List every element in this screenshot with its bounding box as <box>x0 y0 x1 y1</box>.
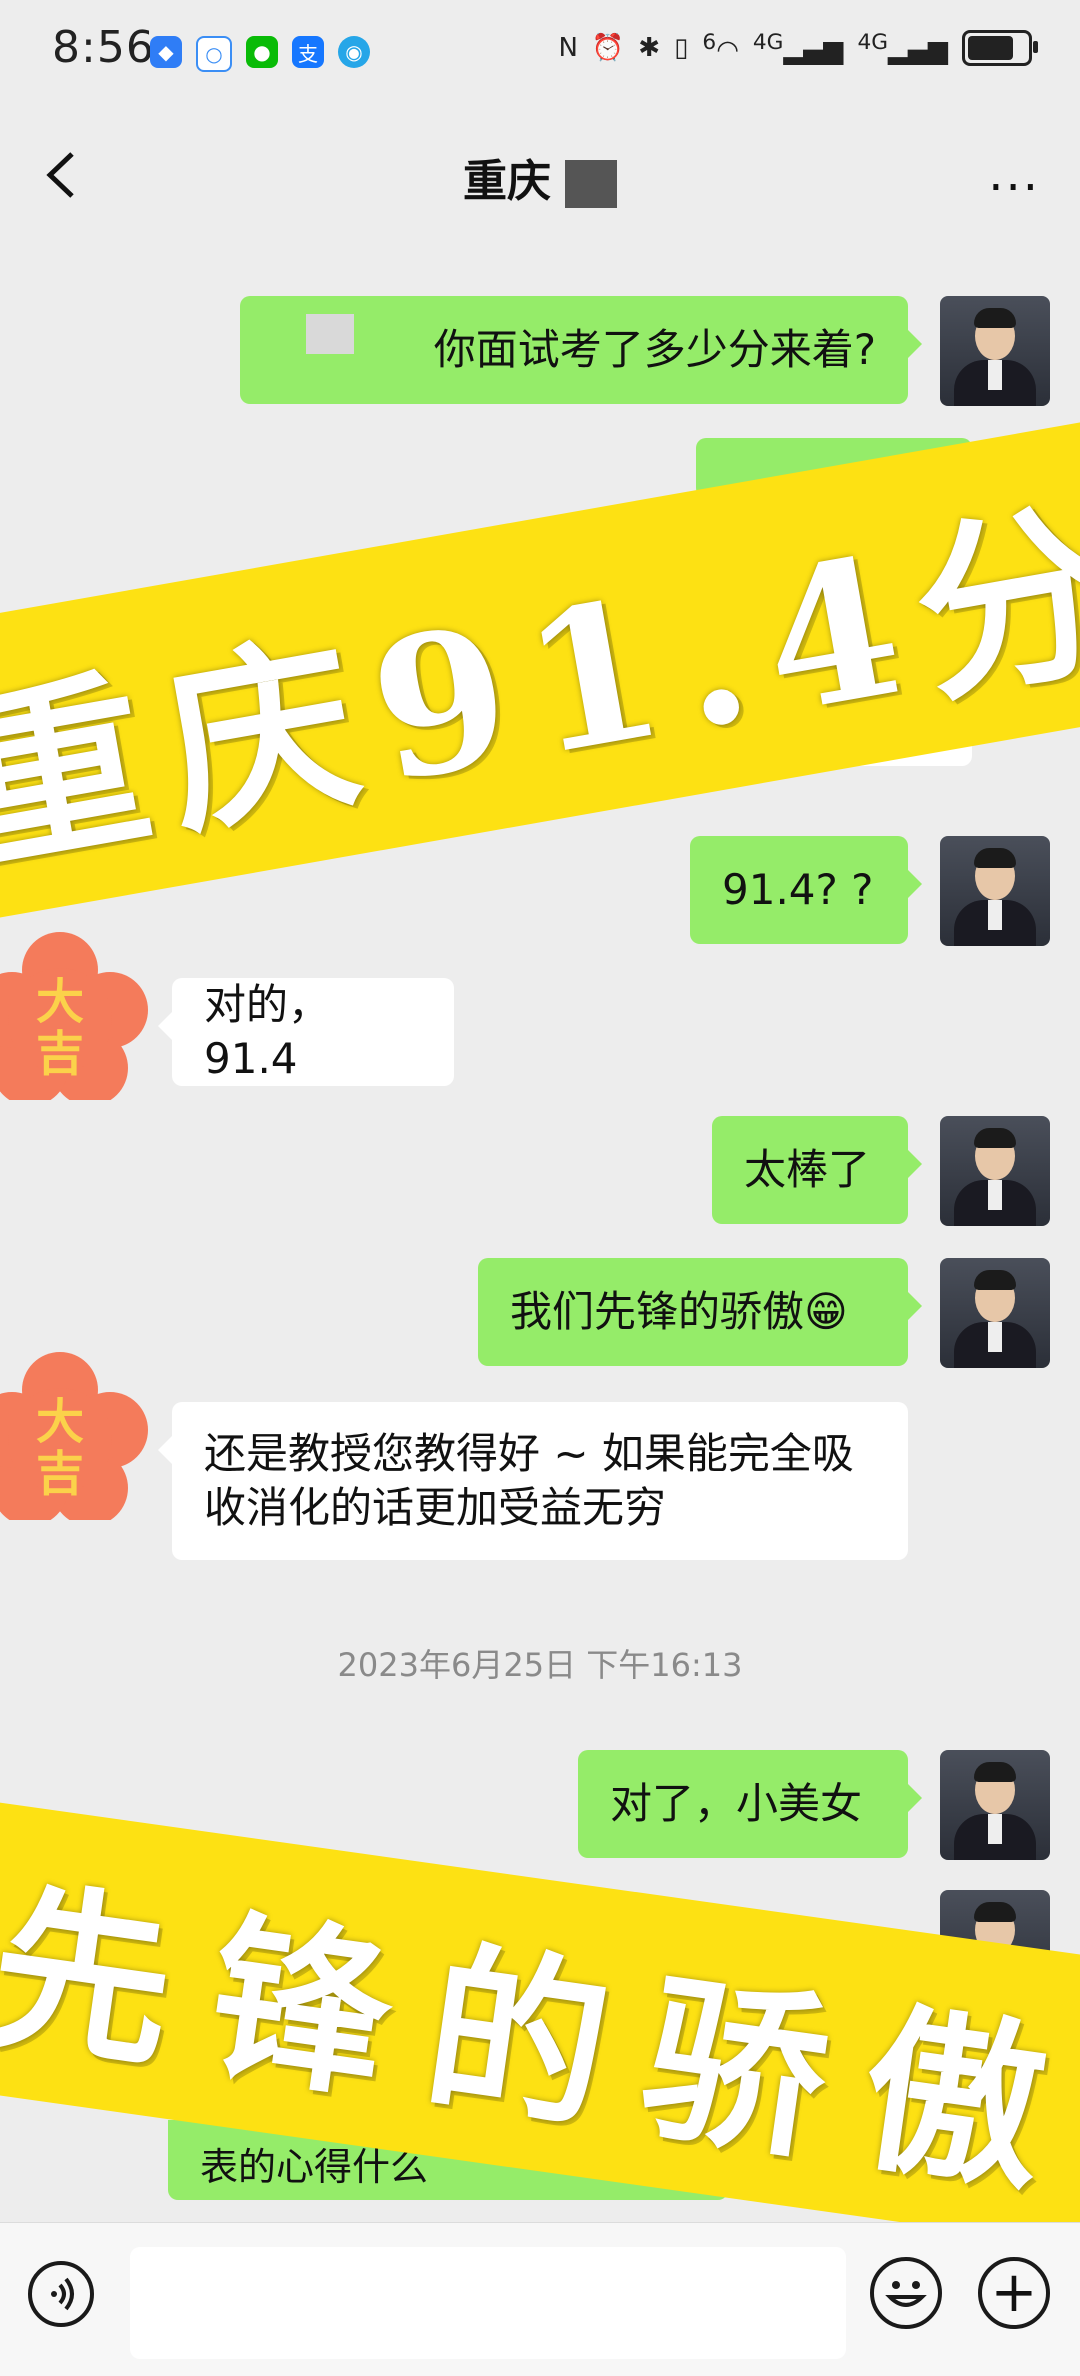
contact-avatar[interactable]: 大 吉 <box>0 1350 150 1520</box>
svg-text:吉: 吉 <box>36 1446 84 1502</box>
signal-icon-1: 4G▂▄▆ <box>752 30 844 66</box>
chat-header: 重庆 ··· <box>0 110 1080 240</box>
battery-icon <box>962 30 1038 66</box>
message-bubble-outgoing[interactable]: 太棒了 <box>712 1116 922 1224</box>
avatar-self[interactable] <box>940 1750 1050 1860</box>
svg-text:大: 大 <box>36 974 84 1030</box>
wifi-icon: 6◠ <box>702 30 739 66</box>
vibrate-icon: ▯ <box>674 33 689 63</box>
redacted-block <box>306 314 354 354</box>
message-bubble-incoming[interactable]: 对的，91.4 <box>158 978 454 1086</box>
message-timestamp: 2023年6月25日 下午16:13 <box>337 1646 743 1684</box>
more-actions-plus-icon[interactable]: + <box>978 2257 1050 2329</box>
input-bar: + <box>0 2222 1080 2376</box>
chat-app-icon: ○ <box>196 36 232 72</box>
avatar-self[interactable] <box>940 296 1050 406</box>
contact-avatar[interactable]: 大 吉 <box>0 930 150 1100</box>
avatar-self[interactable] <box>940 1116 1050 1226</box>
alipay-icon: 支 <box>292 36 324 68</box>
svg-text:吉: 吉 <box>36 1026 84 1082</box>
status-time: 8:56 <box>52 22 155 73</box>
avatar-self[interactable] <box>940 1258 1050 1368</box>
message-bubble-outgoing[interactable]: 91.4? ? <box>690 836 922 944</box>
wechat-icon: ● <box>246 36 278 68</box>
message-input[interactable] <box>130 2247 846 2359</box>
shield-app-icon: ◆ <box>150 36 182 68</box>
browser-icon: ◉ <box>338 36 370 68</box>
status-bar: 8:56 ◆ ○ ● 支 ◉ N ⏰ ✱ ▯ 6◠ 4G▂▄▆ 4G▂▄▆ <box>0 0 1080 110</box>
avatar-self[interactable] <box>940 836 1050 946</box>
alarm-icon: ⏰ <box>591 33 625 63</box>
svg-text:大: 大 <box>36 1394 84 1450</box>
message-bubble-incoming[interactable]: 还是教授您教得好 ~ 如果能完全吸收消化的话更加受益无穷 <box>158 1402 908 1560</box>
battery-fill <box>968 36 1014 60</box>
notification-icons: ◆ ○ ● 支 ◉ <box>150 36 370 72</box>
message-bubble-outgoing[interactable]: 对了，小美女 <box>578 1750 922 1858</box>
voice-input-icon[interactable] <box>28 2261 94 2327</box>
bluetooth-icon: ✱ <box>638 33 661 63</box>
message-bubble-outgoing[interactable]: 你面试考了多少分来着? <box>240 296 922 404</box>
signal-icon-2: 4G▂▄▆ <box>857 30 948 66</box>
chat-title: 重庆 <box>0 145 1080 209</box>
more-options-icon[interactable]: ··· <box>988 160 1040 216</box>
message-bubble-outgoing[interactable]: 我们先锋的骄傲😁 <box>478 1258 922 1366</box>
system-status-icons: N ⏰ ✱ ▯ 6◠ 4G▂▄▆ 4G▂▄▆ <box>558 30 1038 66</box>
nfc-icon: N <box>558 33 578 63</box>
redacted-name <box>565 160 617 208</box>
emoji-icon[interactable] <box>870 2257 942 2329</box>
